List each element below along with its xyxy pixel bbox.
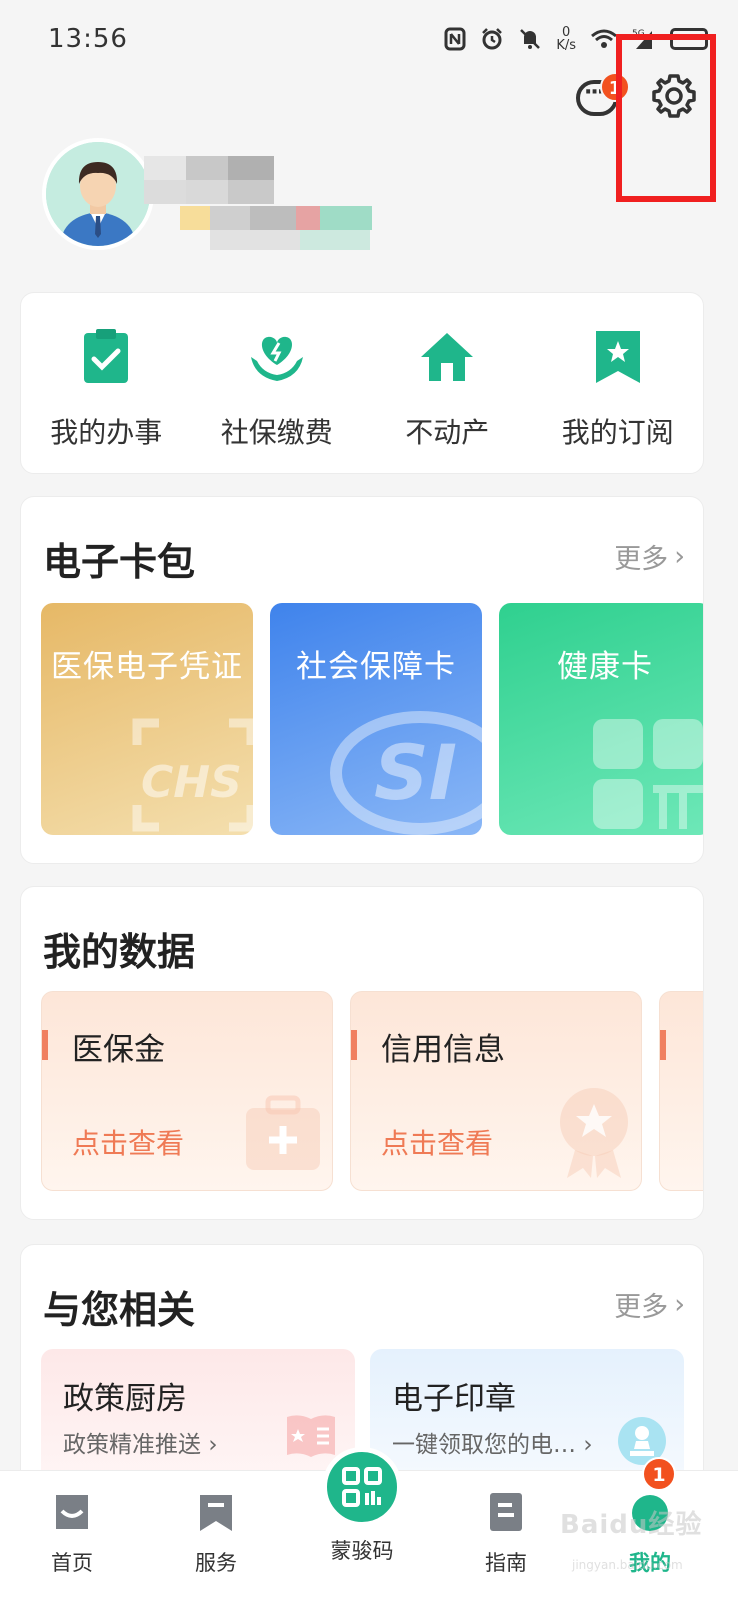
nav-services[interactable]: 服务 [166, 1481, 266, 1577]
quick-action-my-subscriptions[interactable]: 我的订阅 [533, 293, 704, 473]
nav-qr-code-button[interactable] [322, 1447, 402, 1527]
bookmark-star-icon [595, 331, 640, 383]
policy-book-icon [287, 1415, 335, 1457]
svg-text:SI: SI [374, 728, 457, 817]
nfc-icon [444, 27, 466, 51]
qr-code-icon [342, 1467, 382, 1507]
hands-heart-icon [250, 336, 303, 381]
chevron-right-icon: › [674, 1289, 685, 1320]
avatar[interactable] [42, 138, 154, 250]
baidu-watermark: Baidu经验 jingyan.baidu.com [560, 1510, 703, 1572]
nav-qr-code-label: 蒙骏码 [330, 1539, 394, 1563]
data-card-medical-fund[interactable]: 医保金 点击查看 [41, 991, 333, 1191]
medical-insurance-watermark-icon: CHS [132, 718, 253, 832]
nav-guide[interactable]: 指南 [456, 1481, 556, 1577]
clipboard-check-icon [84, 329, 129, 383]
related-title: 与您相关 [43, 1288, 196, 1332]
e-wallet-more-link[interactable]: 更多 › [614, 537, 685, 576]
related-more-link[interactable]: 更多 › [614, 1285, 685, 1324]
quick-action-my-affairs[interactable]: 我的办事 [21, 293, 192, 473]
bookmark-icon [200, 1495, 232, 1531]
data-card-partial[interactable] [659, 991, 703, 1191]
my-data-card: 我的数据 医保金 点击查看 信用信息 点击查看 [20, 886, 704, 1220]
home-icon [56, 1495, 88, 1529]
accent-bar [351, 1030, 357, 1060]
social-security-watermark-icon: SI [330, 711, 482, 835]
house-icon [421, 333, 474, 381]
net-speed: 0 K/s [556, 25, 576, 53]
nav-mine-badge: 1 [642, 1457, 676, 1491]
data-card-credit-info[interactable]: 信用信息 点击查看 [350, 991, 642, 1191]
wallet-card-health[interactable]: 健康卡 [499, 603, 703, 835]
chevron-right-icon: › [674, 541, 685, 572]
accent-bar [660, 1030, 666, 1060]
wallet-card-medical-insurance[interactable]: 医保电子凭证 CHS [41, 603, 253, 835]
quick-actions-card: 我的办事 社保缴费 不动产 我的订阅 [20, 292, 704, 474]
chevron-right-icon: › [208, 1432, 218, 1458]
quick-action-label: 社保缴费 [220, 416, 333, 449]
e-wallet-card: 电子卡包 更多 › 医保电子凭证 CHS 社会保障卡 SI 健康卡 [20, 496, 704, 864]
quick-action-label: 我的办事 [50, 416, 163, 449]
health-card-watermark-icon [593, 719, 703, 829]
user-avatar-icon [46, 142, 150, 246]
view-link[interactable]: 点击查看 [72, 1122, 184, 1162]
mute-icon [520, 29, 541, 49]
wifi-icon [591, 29, 617, 48]
my-data-title: 我的数据 [43, 930, 196, 974]
svg-text:CHS: CHS [141, 757, 242, 808]
e-wallet-title: 电子卡包 [43, 540, 196, 584]
username-redacted [140, 156, 378, 252]
highlight-annotation [616, 34, 716, 202]
chevron-right-icon: › [583, 1432, 593, 1458]
quick-action-label: 不动产 [405, 416, 490, 449]
medical-kit-watermark-icon [246, 1095, 320, 1170]
nav-home[interactable]: 首页 [22, 1481, 122, 1577]
guide-document-icon [490, 1493, 522, 1531]
award-badge-watermark-icon [560, 1088, 628, 1178]
view-link[interactable]: 点击查看 [381, 1122, 493, 1162]
wallet-card-social-security[interactable]: 社会保障卡 SI [270, 603, 482, 835]
related-card-policy-kitchen[interactable]: 政策厨房 政策精准推送 › [41, 1349, 355, 1489]
quick-action-label: 我的订阅 [561, 416, 674, 449]
alarm-icon [482, 28, 503, 50]
related-card-e-seal[interactable]: 电子印章 一键领取您的电… › [370, 1349, 684, 1489]
status-time: 13:56 [48, 24, 128, 54]
accent-bar [42, 1030, 48, 1060]
quick-action-real-estate[interactable]: 不动产 [362, 293, 533, 473]
quick-action-social-security-payment[interactable]: 社保缴费 [192, 293, 363, 473]
